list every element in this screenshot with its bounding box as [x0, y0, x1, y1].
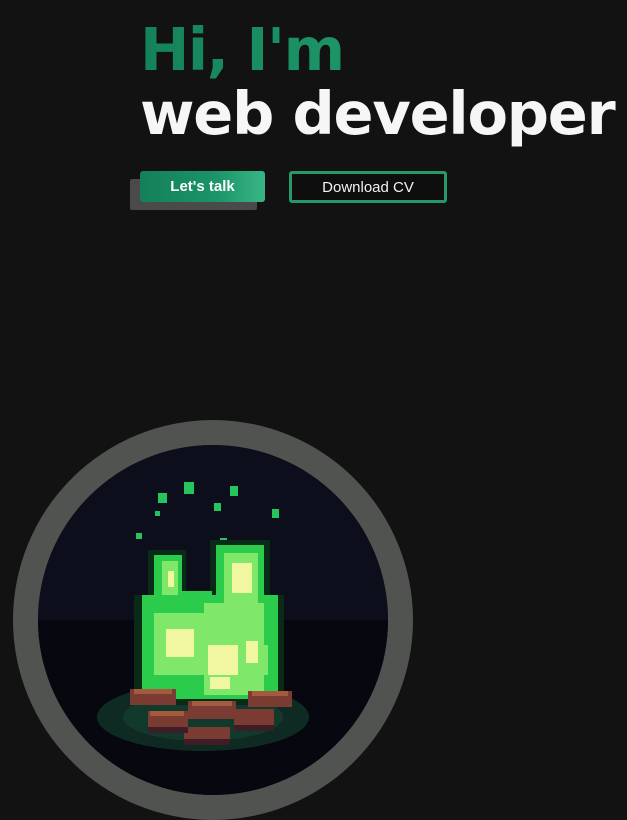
lets-talk-button[interactable]: Let's talk — [140, 171, 265, 202]
hero-heading: Hi, I'm web developer — [140, 18, 616, 148]
greeting-text: Hi, I'm — [140, 18, 615, 82]
download-cv-button[interactable]: Download CV — [289, 171, 447, 203]
role-text: web developer — [140, 79, 616, 148]
avatar-ring — [13, 420, 413, 820]
pixel-campfire-icon — [38, 445, 388, 795]
avatar — [38, 445, 388, 795]
lets-talk-button-wrapper: Let's talk — [130, 171, 265, 211]
